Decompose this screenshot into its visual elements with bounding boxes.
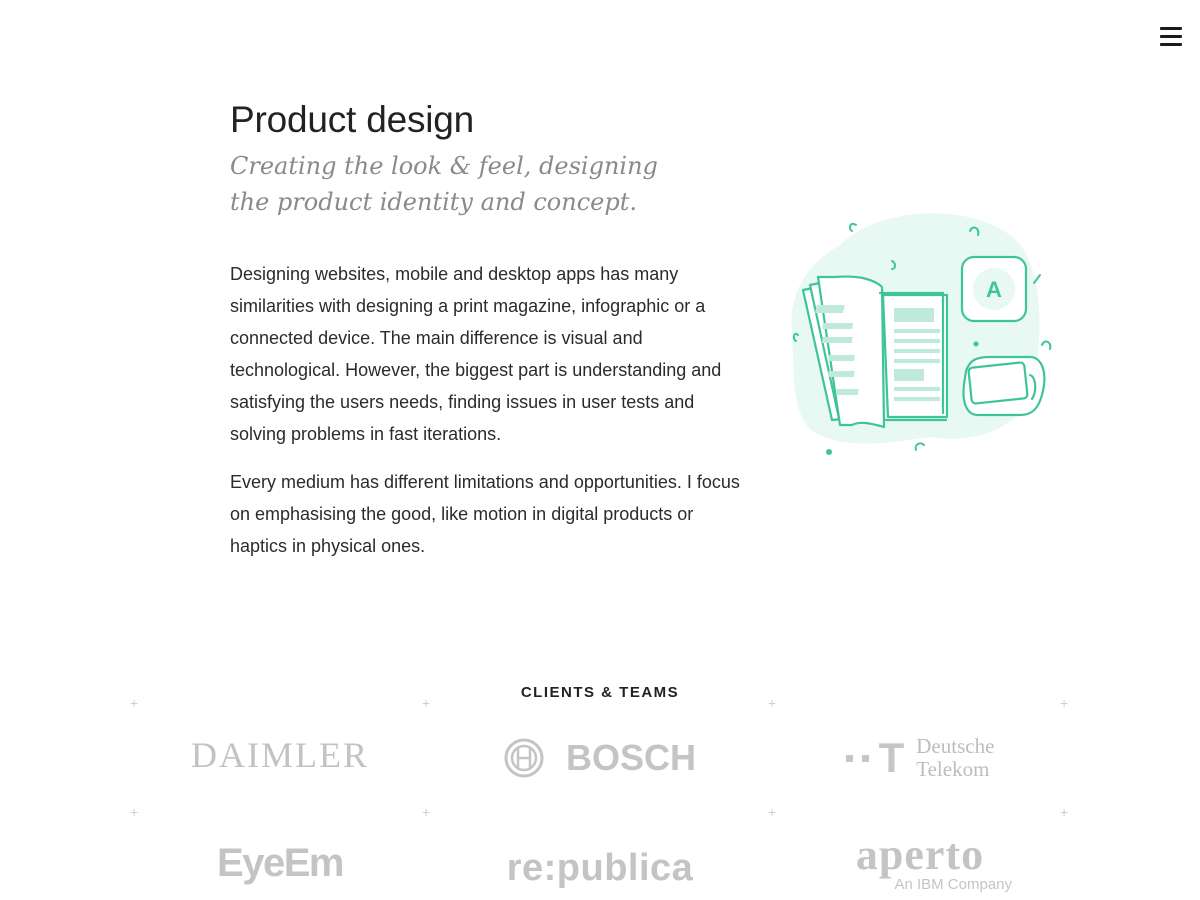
aperto-tagline: An IBM Company bbox=[894, 875, 1012, 893]
grid-plus-marker: + bbox=[768, 695, 777, 711]
telekom-t-mark: T bbox=[878, 734, 905, 781]
menu-bar bbox=[1160, 26, 1182, 30]
daimler-logo: DAIMLER bbox=[160, 730, 400, 780]
telekom-name-line1: Deutsche bbox=[916, 734, 995, 758]
bosch-logo: BOSCH bbox=[500, 730, 700, 786]
eyeem-logo: EyeEm bbox=[190, 835, 370, 891]
grid-plus-marker: + bbox=[1060, 804, 1069, 820]
eyeem-logo-text: EyeEm bbox=[217, 840, 344, 885]
page-title: Product design bbox=[230, 99, 475, 140]
clients-heading: CLIENTS & TEAMS bbox=[520, 684, 680, 701]
print-and-devices-illustration: A bbox=[780, 205, 1070, 465]
badge-letter: A bbox=[986, 277, 1002, 302]
republica-logo-text: re:publica bbox=[506, 846, 694, 889]
grid-plus-marker: + bbox=[1060, 695, 1069, 711]
deutsche-telekom-logo: T Deutsche Telekom bbox=[820, 730, 1020, 786]
menu-bar bbox=[1160, 42, 1182, 46]
grid-plus-marker: + bbox=[422, 804, 431, 820]
telekom-name-line2: Telekom bbox=[916, 757, 990, 781]
product-design-section: Product design Creating the look & feel,… bbox=[230, 96, 760, 562]
menu-bar bbox=[1160, 34, 1182, 38]
telekom-dots bbox=[845, 754, 869, 762]
aperto-logo-text: aperto bbox=[855, 829, 985, 879]
grid-plus-marker: + bbox=[130, 804, 139, 820]
page: Product design Creating the look & feel,… bbox=[0, 0, 1200, 900]
body-paragraph-2: Every medium has different limitations a… bbox=[230, 472, 740, 556]
clients-section: CLIENTS & TEAMS + + + + + + + + DAIMLER … bbox=[130, 680, 1070, 900]
body-paragraph-1: Designing websites, mobile and desktop a… bbox=[230, 264, 722, 444]
aperto-logo: aperto An IBM Company bbox=[820, 830, 1020, 896]
page-subtitle: Creating the look & feel, designing the … bbox=[230, 152, 658, 216]
grid-plus-marker: + bbox=[422, 695, 431, 711]
bosch-logo-text: BOSCH bbox=[565, 737, 696, 778]
hamburger-menu-icon[interactable] bbox=[1160, 22, 1188, 50]
grid-plus-marker: + bbox=[130, 695, 139, 711]
grid-plus-marker: + bbox=[768, 804, 777, 820]
bosch-armature-icon bbox=[504, 738, 544, 778]
daimler-logo-text: DAIMLER bbox=[191, 735, 369, 775]
republica-logo: re:publica bbox=[490, 840, 710, 896]
telekom-name: Deutsche Telekom bbox=[916, 735, 994, 781]
